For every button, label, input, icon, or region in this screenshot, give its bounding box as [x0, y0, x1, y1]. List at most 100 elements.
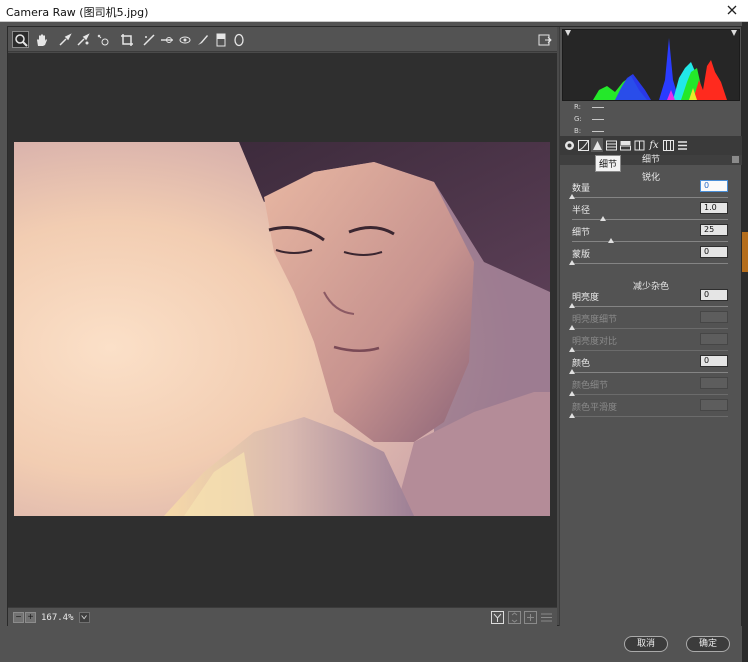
slider-value-field[interactable]: 0 — [700, 355, 728, 367]
slider-control: 明亮度细节 — [569, 311, 728, 334]
tone-curve-tab-icon[interactable] — [577, 138, 589, 152]
title-bar: Camera Raw (图司机5.jpg) — [0, 0, 748, 22]
open-preferences-icon[interactable] — [536, 31, 553, 48]
background-window-edge — [742, 22, 748, 662]
slider-label: 颜色细节 — [572, 381, 609, 391]
slider-thumb — [569, 391, 575, 396]
window-title: Camera Raw (图司机5.jpg) — [6, 6, 149, 19]
slider-thumb[interactable] — [608, 238, 614, 243]
slider-track[interactable] — [572, 263, 728, 264]
copy-settings-icon[interactable] — [524, 611, 537, 624]
zoom-icon[interactable] — [12, 31, 29, 48]
rgb-readout: R: G: B: — [574, 101, 604, 137]
slider-value-field — [700, 399, 728, 411]
hsl-tab-icon[interactable] — [605, 138, 617, 152]
zoom-dropdown[interactable] — [79, 612, 90, 623]
slider-value-field[interactable]: 0 — [700, 289, 728, 301]
slider-thumb[interactable] — [569, 369, 575, 374]
radial-filter-icon[interactable] — [230, 31, 247, 48]
slider-thumb — [569, 347, 575, 352]
detail-tab-icon[interactable] — [591, 138, 603, 152]
slider-thumb — [569, 413, 575, 418]
slider-track[interactable] — [572, 306, 728, 307]
status-bar: − + 167.4% — [8, 607, 557, 626]
effects-tab-icon[interactable]: fx — [648, 138, 660, 152]
slider-thumb[interactable] — [569, 303, 575, 308]
slider-label: 蒙版 — [572, 250, 591, 260]
slider-label: 数量 — [572, 184, 591, 194]
slider-control[interactable]: 明亮度 0 — [569, 289, 728, 312]
basic-tab-icon[interactable] — [563, 138, 575, 152]
slider-label: 颜色 — [572, 359, 591, 369]
cancel-button[interactable]: 取消 — [624, 636, 668, 652]
swap-settings-icon[interactable] — [508, 611, 521, 624]
zoom-out-button[interactable]: − — [13, 612, 24, 623]
presets-tab-icon[interactable] — [676, 138, 688, 152]
panel-tabs: fx — [560, 136, 742, 155]
slider-value-field — [700, 377, 728, 389]
slider-control[interactable]: 数量 0 — [569, 180, 728, 203]
close-icon[interactable] — [724, 2, 740, 18]
straighten-icon[interactable] — [140, 31, 157, 48]
slider-track[interactable] — [572, 197, 728, 198]
slider-control[interactable]: 蒙版 0 — [569, 246, 728, 269]
histogram — [562, 29, 740, 101]
slider-track[interactable] — [572, 372, 728, 373]
before-after-icon[interactable] — [491, 611, 504, 624]
slider-label: 明亮度 — [572, 293, 600, 303]
slider-thumb[interactable] — [569, 194, 575, 199]
adjustment-brush-icon[interactable] — [194, 31, 211, 48]
slider-value-field — [700, 333, 728, 345]
slider-track[interactable] — [572, 241, 728, 242]
slider-track — [572, 416, 728, 417]
slider-track — [572, 394, 728, 395]
crop-icon[interactable] — [118, 31, 135, 48]
slider-label: 颜色平滑度 — [572, 403, 618, 413]
tab-tooltip: 细节 — [595, 155, 622, 172]
slider-value-field — [700, 311, 728, 323]
targeted-adjustment-icon[interactable] — [94, 31, 111, 48]
adjustment-panel: R: G: B: fx 细节 锐化 减少杂色 数量 0 半径 1.0 细节 25 蒙版 0 明亮… — [559, 27, 742, 626]
b-label: B: — [574, 127, 582, 135]
r-label: R: — [574, 103, 582, 111]
view-options-icon[interactable] — [540, 611, 553, 624]
slider-track — [572, 350, 728, 351]
slider-thumb[interactable] — [569, 260, 575, 265]
g-label: G: — [574, 115, 582, 123]
split-toning-tab-icon[interactable] — [619, 138, 631, 152]
shadow-clipping-icon — [565, 30, 571, 36]
slider-track — [572, 328, 728, 329]
slider-label: 明亮度细节 — [572, 315, 618, 325]
zoom-in-button[interactable]: + — [25, 612, 36, 623]
slider-label: 细节 — [572, 228, 591, 238]
slider-control[interactable]: 半径 1.0 — [572, 202, 728, 225]
slider-label: 半径 — [572, 206, 591, 216]
slider-label: 明亮度对比 — [572, 337, 618, 347]
ok-button[interactable]: 确定 — [686, 636, 730, 652]
hand-icon[interactable] — [32, 31, 49, 48]
slider-value-field[interactable]: 25 — [700, 224, 728, 236]
slider-control: 颜色平滑度 — [569, 399, 728, 422]
slider-value-field[interactable]: 0 — [700, 180, 728, 192]
camera-calibration-tab-icon[interactable] — [662, 138, 674, 152]
panel-header: 细节 — [560, 155, 742, 165]
color-sampler-icon[interactable] — [74, 31, 91, 48]
toolbar — [8, 27, 557, 52]
white-balance-icon[interactable] — [56, 31, 73, 48]
zoom-level: 167.4% — [41, 613, 74, 623]
panel-menu-icon[interactable] — [732, 156, 739, 163]
slider-control[interactable]: 细节 25 — [572, 224, 728, 247]
graduated-filter-icon[interactable] — [212, 31, 229, 48]
panel-header-title: 细节 — [641, 155, 660, 165]
red-eye-icon[interactable] — [176, 31, 193, 48]
slider-control[interactable]: 颜色 0 — [569, 355, 728, 378]
photo-preview[interactable] — [14, 142, 550, 516]
slider-thumb[interactable] — [600, 216, 607, 221]
slider-value-field[interactable]: 0 — [700, 246, 728, 258]
lens-corrections-tab-icon[interactable] — [633, 138, 645, 152]
spot-removal-icon[interactable] — [158, 31, 175, 48]
slider-value-field[interactable]: 1.0 — [700, 202, 728, 214]
slider-track[interactable] — [572, 219, 728, 220]
slider-thumb — [569, 325, 575, 330]
highlight-clipping-icon — [731, 30, 737, 36]
